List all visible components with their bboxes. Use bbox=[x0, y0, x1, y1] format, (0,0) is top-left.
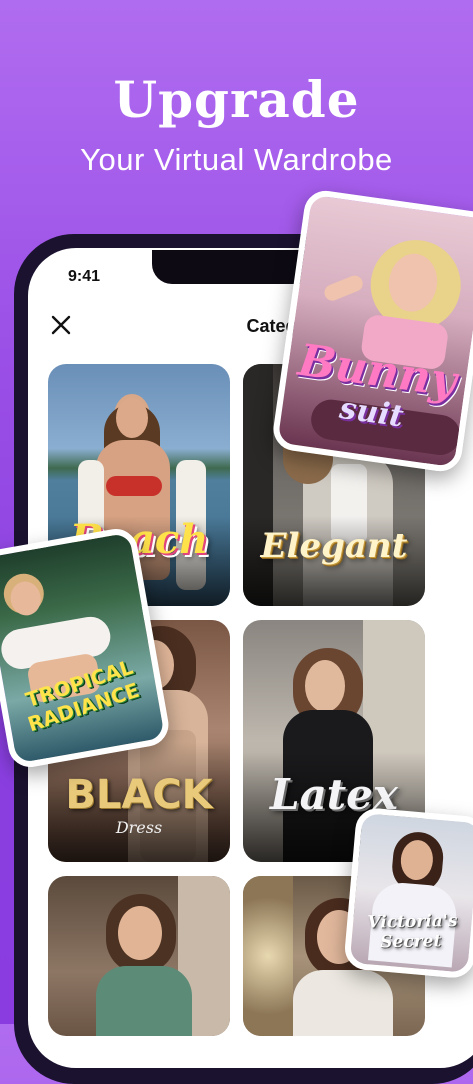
float-label-victorias: Victoria's bbox=[367, 911, 458, 933]
hero-title: Upgrade bbox=[113, 70, 360, 129]
hero-subtitle: Your Virtual Wardrobe bbox=[80, 142, 393, 177]
float-label-secret: Secret bbox=[380, 931, 442, 953]
card-label-black: BLACK bbox=[65, 772, 213, 818]
feature-card-bunny-suit: Bunny suit bbox=[270, 188, 473, 474]
category-card-5[interactable] bbox=[48, 876, 230, 1036]
feature-card-victorias-secret: Victoria's Secret bbox=[343, 806, 473, 980]
card-label-elegant: Elegant bbox=[260, 526, 408, 566]
card-label-dress: Dress bbox=[115, 818, 163, 837]
status-time: 9:41 bbox=[68, 268, 101, 285]
